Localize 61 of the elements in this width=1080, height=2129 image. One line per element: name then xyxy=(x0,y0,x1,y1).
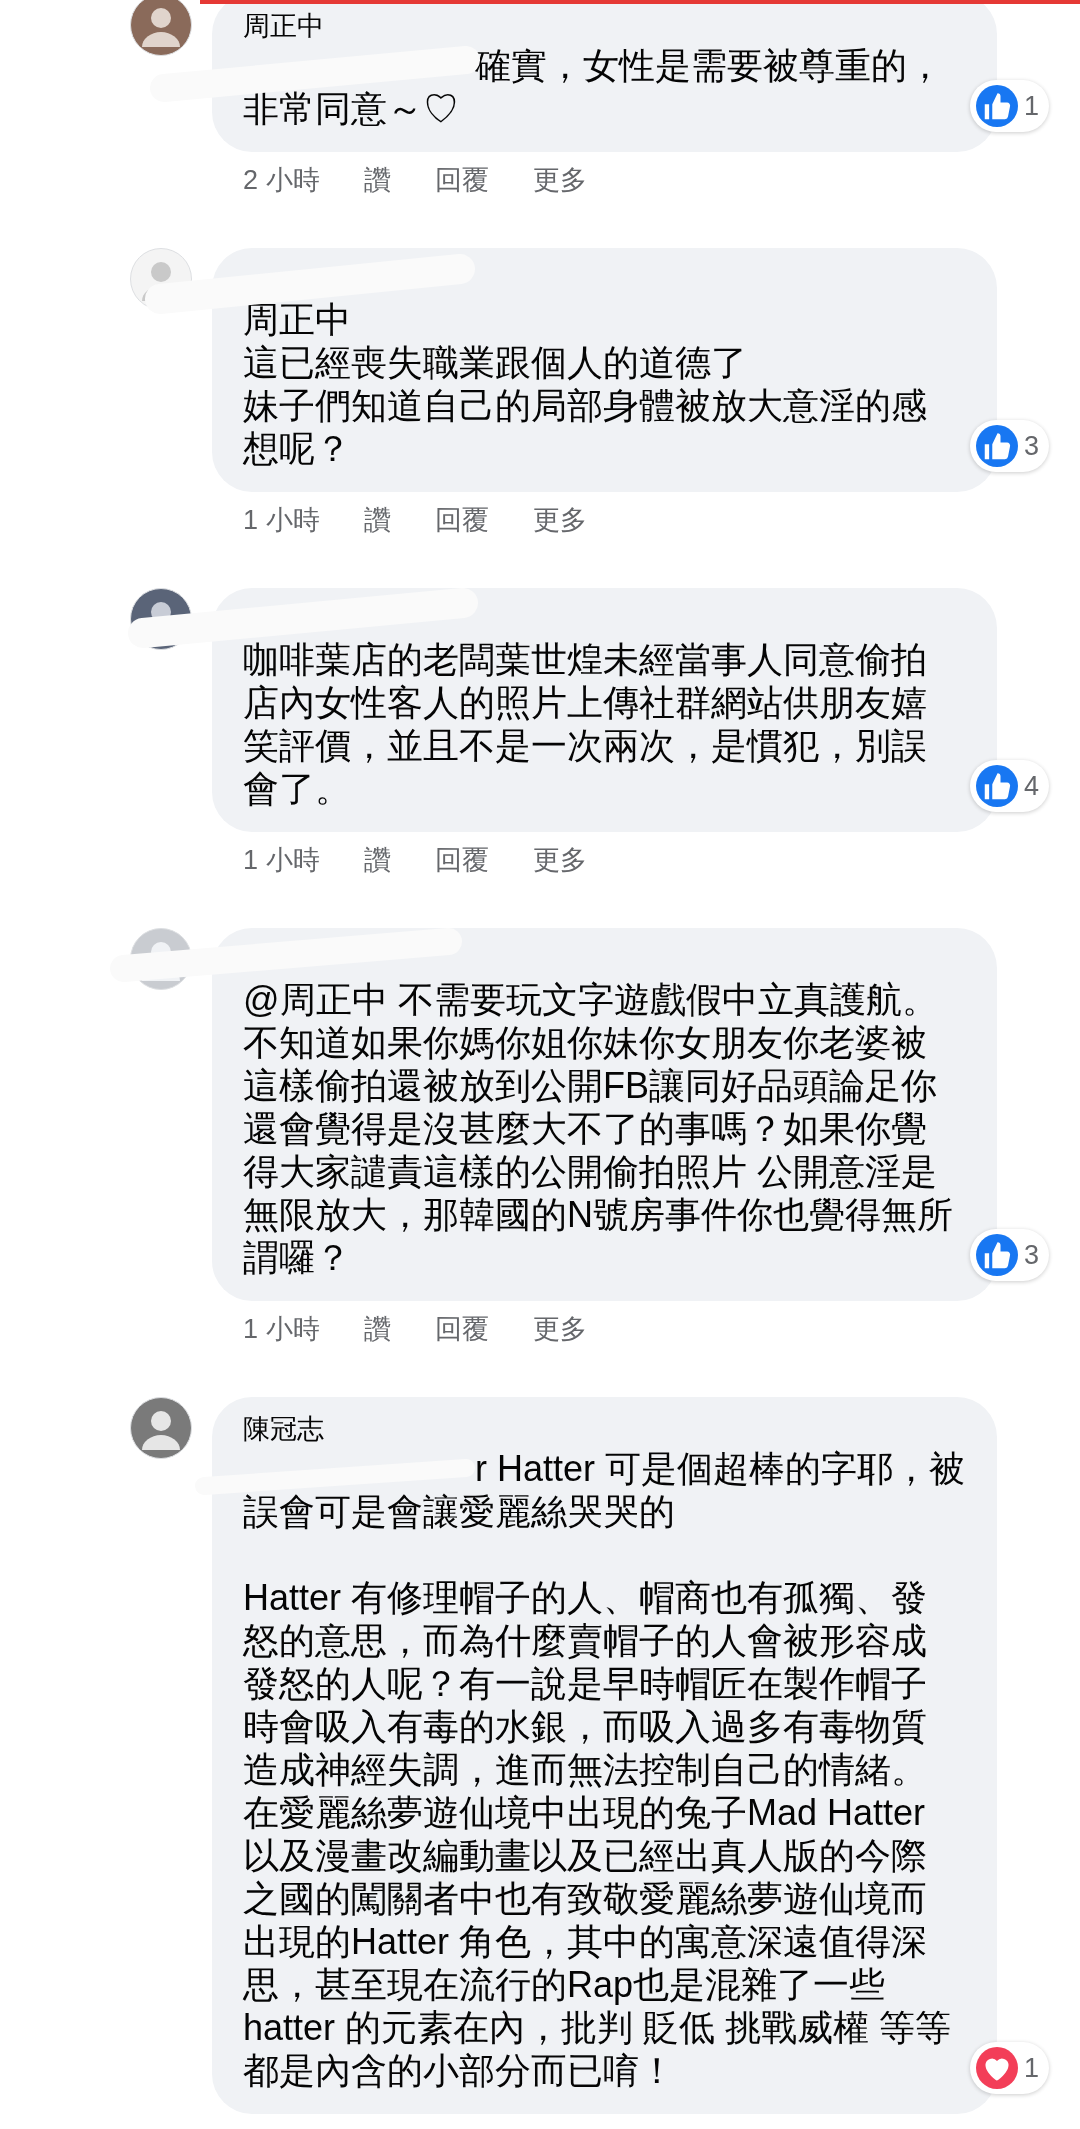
comment-text-line: 出現的Hatter 角色，其中的寓意深遠值得深 xyxy=(243,1920,928,1963)
comment-text-line: 思，甚至現在流行的Rap也是混雜了一些 xyxy=(243,1963,886,2006)
avatar-icon[interactable] xyxy=(130,1397,192,1459)
comment-text-line: 會了。 xyxy=(243,767,351,810)
action-link[interactable]: 讚 xyxy=(363,162,391,198)
action-link[interactable]: 回覆 xyxy=(434,502,489,538)
reaction-count: 1 xyxy=(1023,89,1039,123)
comment-text-line: 怒的意思，而為什麼賣帽子的人會被形容成 xyxy=(243,1619,927,1662)
comment-text-line: 笑評價，並且不是一次兩次，是慣犯，別誤 xyxy=(243,724,927,767)
comment-text-line: r Hatter 可是個超棒的字耶，被 xyxy=(475,1447,966,1490)
comment-text-line: 咖啡葉店的老闆葉世煌未經當事人同意偷拍 xyxy=(243,638,927,681)
comment-text-line: 確實，女性是需要被尊重的， xyxy=(475,44,943,87)
comment-text-line: 周正中 xyxy=(243,298,351,341)
commenter-name[interactable]: 周正中 xyxy=(243,11,324,41)
reaction-badge[interactable]: 3 xyxy=(969,1229,1049,1281)
action-link[interactable]: 讚 xyxy=(363,502,391,538)
comment-text-line: 還會覺得是沒甚麼大不了的事嗎？如果你覺 xyxy=(243,1107,927,1150)
reaction-badge[interactable]: 1 xyxy=(969,2042,1049,2094)
comment-text-line: 這樣偷拍還被放到公開FB讓同好品頭論足你 xyxy=(243,1064,937,1107)
comment-text-line: 都是內含的小部分而已唷！ xyxy=(243,2049,675,2092)
comment-text-line: 謂囉？ xyxy=(243,1236,351,1279)
timestamp[interactable]: 2 小時 xyxy=(243,162,320,198)
comment-text-line: 發怒的人呢？有一說是早時帽匠在製作帽子 xyxy=(243,1662,927,1705)
timestamp[interactable]: 1 小時 xyxy=(243,1311,320,1347)
comment-text-line: hatter 的元素在內，批判 貶低 挑戰威權 等等 xyxy=(243,2006,952,2049)
action-link[interactable]: 回覆 xyxy=(434,1311,489,1347)
timestamp[interactable]: 1 小時 xyxy=(243,842,320,878)
action-link[interactable]: 更多 xyxy=(532,502,587,538)
comment-text-line: 誤會可是會讓愛麗絲哭哭的 xyxy=(243,1490,675,1533)
comment-text-line: 在愛麗絲夢遊仙境中出現的兔子Mad Hatter xyxy=(243,1791,926,1834)
comment-text-line: Hatter 有修理帽子的人、帽商也有孤獨、發 xyxy=(243,1576,928,1619)
commenter-name[interactable]: 陳冠志 xyxy=(243,1414,324,1444)
action-link[interactable]: 讚 xyxy=(363,1311,391,1347)
timestamp[interactable]: 1 小時 xyxy=(243,502,320,538)
comment-text-line: 無限放大，那韓國的N號房事件你也覺得無所 xyxy=(243,1193,953,1236)
comment-text-line: 這已經喪失職業跟個人的道德了 xyxy=(243,341,747,384)
reaction-count: 3 xyxy=(1023,429,1039,463)
action-link[interactable]: 回覆 xyxy=(434,842,489,878)
comment-text-line: 店內女性客人的照片上傳社群網站供朋友嬉 xyxy=(243,681,927,724)
action-link[interactable]: 回覆 xyxy=(434,162,489,198)
comment-text-line: @周正中 不需要玩文字遊戲假中立真護航。 xyxy=(243,978,938,1021)
action-link[interactable]: 更多 xyxy=(532,842,587,878)
reaction-count: 3 xyxy=(1023,1238,1039,1272)
comment-text-line: 妹子們知道自己的局部身體被放大意淫的感 xyxy=(243,384,927,427)
comment-text-line: 時會吸入有毒的水銀，而吸入過多有毒物質 xyxy=(243,1705,927,1748)
comment-text-line: 非常同意～♡ xyxy=(243,87,459,130)
action-link[interactable]: 讚 xyxy=(363,842,391,878)
action-link[interactable]: 更多 xyxy=(532,162,587,198)
comment-text-line: 造成神經失調，進而無法控制自己的情緒。 xyxy=(243,1748,927,1791)
comment-text-line: 以及漫畫改編動畫以及已經出真人版的今際 xyxy=(243,1834,927,1877)
comment-text-line: 想呢？ xyxy=(243,427,351,470)
reaction-badge[interactable]: 4 xyxy=(969,760,1049,812)
reaction-count: 1 xyxy=(1023,2051,1039,2085)
reaction-badge[interactable]: 3 xyxy=(969,420,1049,472)
avatar-icon[interactable] xyxy=(130,0,192,56)
comment-text-line: 不知道如果你媽你姐你妹你女朋友你老婆被 xyxy=(243,1021,927,1064)
reaction-count: 4 xyxy=(1023,769,1039,803)
reaction-badge[interactable]: 1 xyxy=(969,80,1049,132)
comment-text-line: 之國的闖關者中也有致敬愛麗絲夢遊仙境而 xyxy=(243,1877,927,1920)
action-link[interactable]: 更多 xyxy=(532,1311,587,1347)
comment-text-line: 得大家譴責這樣的公開偷拍照片 公開意淫是 xyxy=(243,1150,937,1193)
